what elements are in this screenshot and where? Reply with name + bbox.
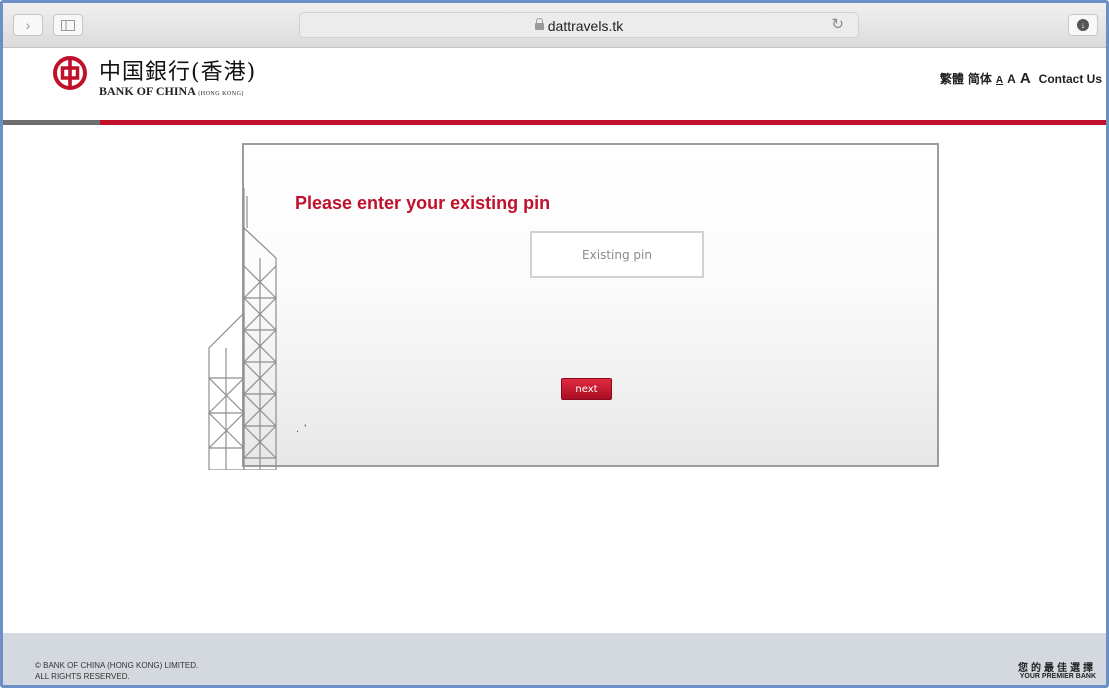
brand-name-chinese: 中国銀行(香港) [99, 60, 257, 85]
font-size-small-link[interactable]: A [996, 75, 1003, 86]
browser-toolbar: › dattravels.tk ↻ ↓ [3, 3, 1106, 48]
site-footer: © BANK OF CHINA (HONG KONG) LIMITED. ALL… [3, 633, 1106, 685]
brand-name-english: BANK OF CHINA (HONG KONG) [99, 84, 244, 98]
sidebar-icon [61, 19, 75, 31]
back-button[interactable]: › [13, 14, 43, 36]
site-header: 中国銀行(香港) BANK OF CHINA (HONG KONG) 繁體 简体… [3, 48, 1106, 120]
lock-icon [534, 18, 544, 30]
download-button[interactable]: ↓ [1068, 14, 1098, 36]
login-panel [242, 143, 939, 467]
next-button[interactable]: next [561, 378, 612, 400]
sidebar-button[interactable] [53, 14, 83, 36]
simplified-chinese-link[interactable]: 简体 [968, 70, 992, 87]
header-rule-red [100, 120, 1106, 125]
tagline-chinese: 您的最佳選擇 [1018, 663, 1096, 674]
copyright-line-1: © BANK OF CHINA (HONG KONG) LIMITED. [35, 661, 199, 670]
existing-pin-input[interactable] [530, 231, 704, 278]
bank-tower-illustration [208, 188, 277, 470]
font-size-large-link[interactable]: A [1020, 70, 1031, 87]
traditional-chinese-link[interactable]: 繁體 [940, 70, 964, 87]
header-rule-grey [3, 120, 100, 125]
page-title: Please enter your existing pin [295, 193, 551, 213]
tagline-english: YOUR PREMIER BANK [1019, 673, 1096, 680]
reload-icon[interactable]: ↻ [831, 15, 844, 33]
contact-us-link[interactable]: Contact Us [1039, 72, 1102, 86]
address-bar[interactable]: dattravels.tk ↻ [299, 12, 859, 38]
top-links: 繁體 简体 A A A Contact Us [940, 70, 1102, 87]
browser-window: › dattravels.tk ↻ ↓ 中国銀行(香港) BANK OF CHI… [0, 0, 1109, 688]
copyright-line-2: ALL RIGHTS RESERVED. [35, 672, 130, 681]
status-dots: . ' [296, 423, 308, 435]
download-icon: ↓ [1077, 19, 1089, 31]
url-text: dattravels.tk [547, 18, 624, 34]
bank-of-china-logo-icon[interactable] [53, 56, 87, 90]
chevron-right-icon: › [25, 17, 31, 33]
font-size-medium-link[interactable]: A [1007, 72, 1016, 86]
